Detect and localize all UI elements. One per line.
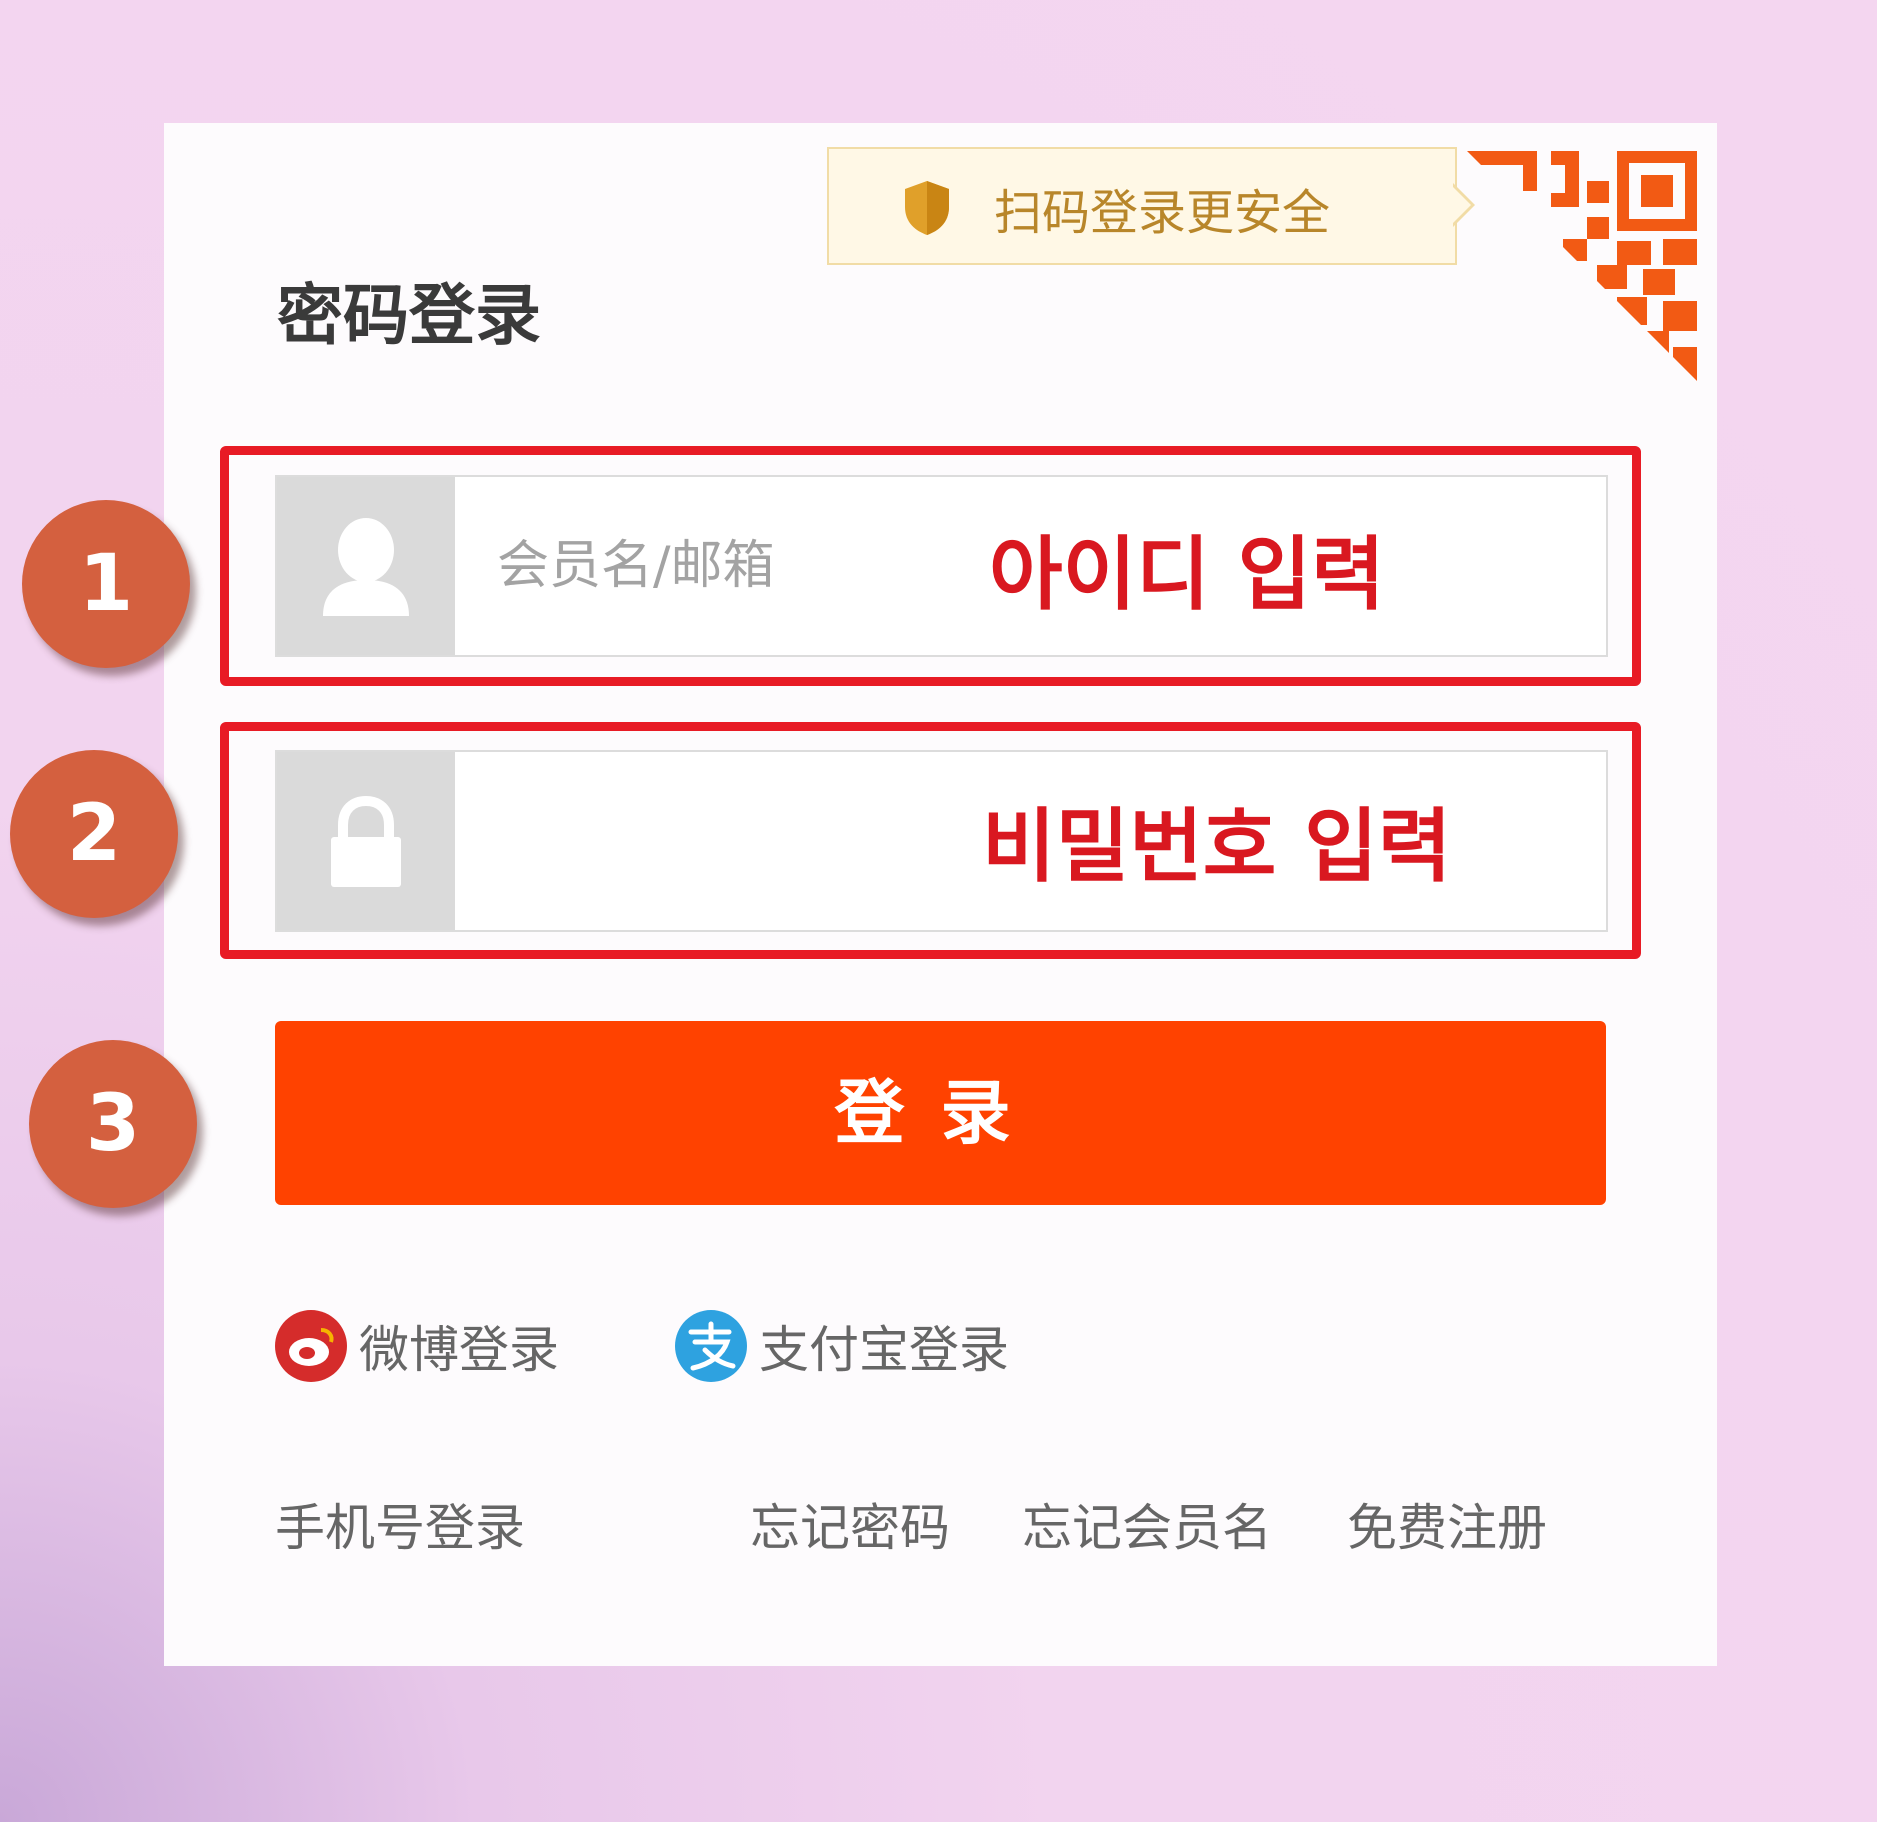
annotation-password-hint: 비밀번호 입력	[982, 800, 1452, 893]
weibo-login-link[interactable]: 微博登录	[275, 1308, 559, 1384]
qr-code-icon[interactable]	[1467, 151, 1697, 381]
weibo-icon	[275, 1310, 347, 1382]
shield-icon	[905, 181, 949, 235]
step-badge-3: 3	[29, 1040, 197, 1208]
annotation-box-id	[220, 446, 1641, 686]
step-badge-1: 1	[22, 500, 190, 668]
qr-tip-label: 扫码登录更安全	[994, 185, 1331, 241]
alipay-icon	[675, 1310, 747, 1382]
annotation-id-hint: 아이디 입력	[989, 528, 1385, 621]
phone-login-link[interactable]: 手机号登录	[275, 1496, 525, 1560]
login-button[interactable]: 登录	[275, 1021, 1606, 1205]
alipay-login-link[interactable]: 支付宝登录	[675, 1308, 1009, 1384]
page-title: 密码登录	[277, 277, 541, 354]
register-link[interactable]: 免费注册	[1347, 1496, 1547, 1560]
step-badge-2: 2	[10, 750, 178, 918]
forgot-username-link[interactable]: 忘记会员名	[1022, 1496, 1272, 1560]
login-card: 扫码登录更安全 密码登录 会员名/邮箱 아이디 입력 비밀번호 입력 登录 微博…	[164, 123, 1717, 1666]
forgot-password-link[interactable]: 忘记密码	[750, 1496, 950, 1560]
